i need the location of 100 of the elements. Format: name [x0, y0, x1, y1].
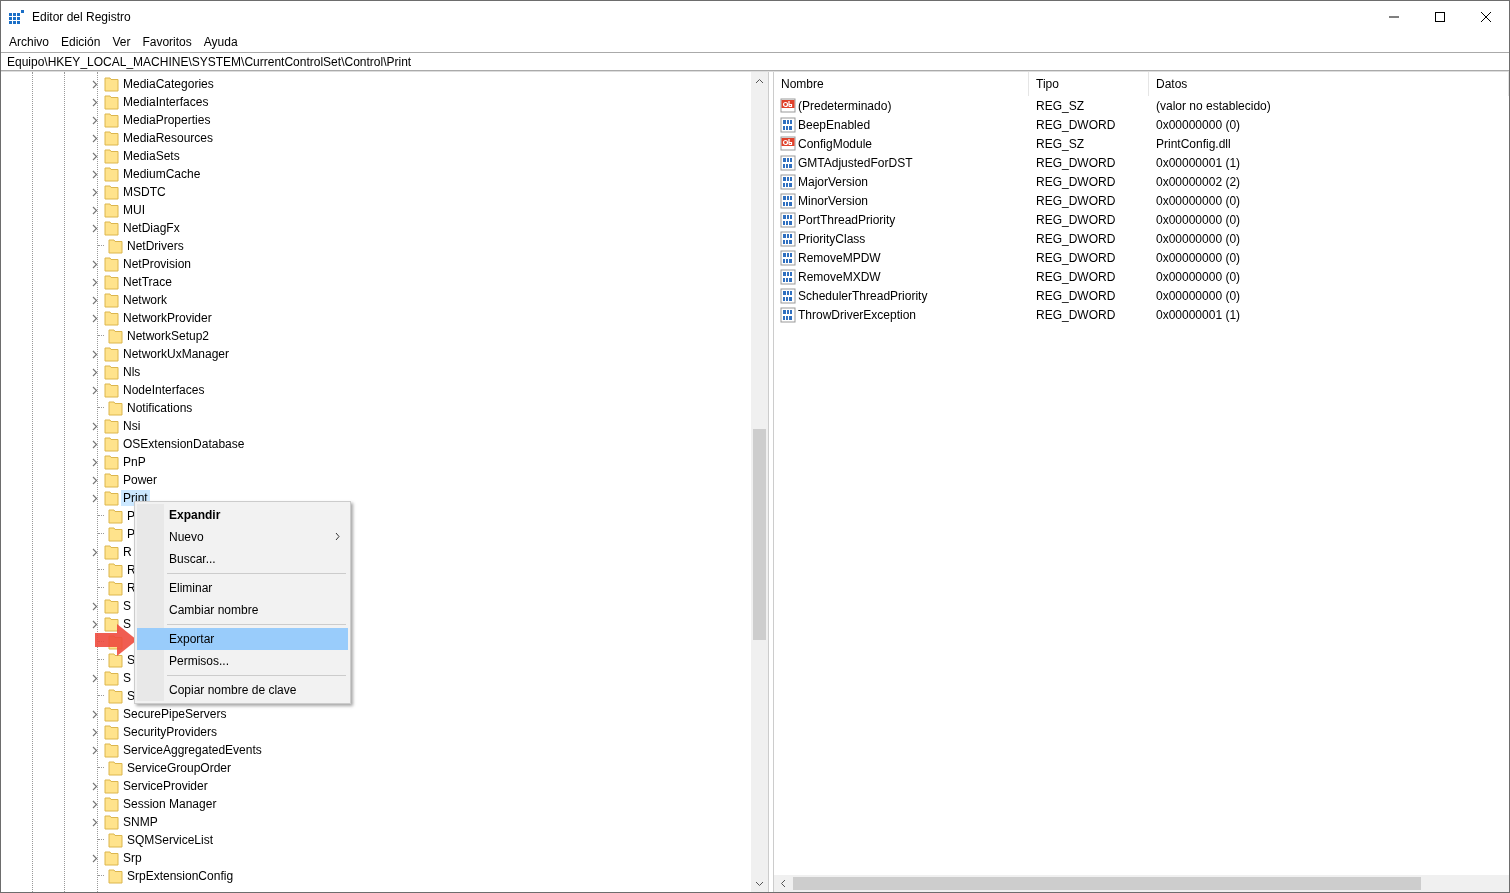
menu-item[interactable]: Ver [106, 32, 137, 51]
chevron-icon[interactable] [92, 277, 98, 287]
tree-item[interactable]: MediaSets [121, 148, 182, 164]
tree-item[interactable]: PnP [121, 454, 148, 470]
tree-item[interactable]: ServiceProvider [121, 778, 210, 794]
chevron-icon[interactable] [92, 619, 98, 629]
column-header[interactable]: Tipo [1029, 72, 1149, 96]
tree-item[interactable]: MediaResources [121, 130, 216, 146]
menu-item[interactable]: Edición [55, 32, 107, 51]
chevron-icon[interactable] [92, 187, 98, 197]
chevron-icon[interactable] [92, 817, 98, 827]
chevron-icon[interactable] [92, 475, 98, 485]
chevron-icon[interactable] [92, 313, 98, 323]
tree-item[interactable]: MUI [121, 202, 147, 218]
chevron-icon[interactable] [92, 457, 98, 467]
menu-item[interactable]: Nuevo [137, 526, 348, 548]
chevron-icon[interactable] [92, 439, 98, 449]
scrollbar-thumb[interactable] [753, 429, 766, 640]
chevron-icon[interactable] [92, 295, 98, 305]
chevron-icon[interactable] [92, 133, 98, 143]
menu-item[interactable]: Ayuda [197, 32, 244, 51]
tree-item[interactable]: R [121, 544, 134, 560]
tree-item[interactable]: S [121, 616, 133, 632]
menu-item[interactable]: Eliminar [137, 577, 348, 599]
maximize-icon[interactable] [1435, 11, 1445, 22]
tree-item[interactable]: NetDiagFx [121, 220, 182, 236]
tree-item[interactable]: S [125, 688, 137, 704]
chevron-icon[interactable] [92, 709, 98, 719]
tree-item[interactable]: Power [121, 472, 159, 488]
menu-item[interactable]: Favoritos [136, 32, 198, 51]
scrollbar-thumb[interactable] [793, 877, 1421, 890]
column-header[interactable]: Datos [1149, 72, 1509, 96]
tree-item[interactable]: MediaCategories [121, 76, 216, 92]
chevron-icon[interactable] [92, 745, 98, 755]
menu-item[interactable]: Exportar [137, 628, 348, 650]
chevron-icon[interactable] [92, 259, 98, 269]
chevron-icon[interactable] [92, 349, 98, 359]
menu-item[interactable]: Buscar... [137, 548, 348, 570]
tree-item[interactable]: Nls [121, 364, 143, 380]
chevron-icon[interactable] [92, 799, 98, 809]
chevron-icon[interactable] [92, 853, 98, 863]
tree-item[interactable]: SQMServiceList [125, 832, 216, 848]
tree-item[interactable]: P [125, 508, 137, 524]
tree-item[interactable]: S [121, 598, 133, 614]
table-cell-text: REG_DWORD [1035, 155, 1117, 170]
folder-icon [108, 580, 123, 596]
chevron-icon[interactable] [92, 223, 98, 233]
menu-item[interactable]: Permisos... [137, 650, 348, 672]
tree-item[interactable]: SNMP [121, 814, 160, 830]
tree-item[interactable]: Network [121, 292, 169, 308]
chevron-icon[interactable] [92, 727, 98, 737]
menu-item[interactable]: Copiar nombre de clave [137, 679, 348, 701]
tree-item[interactable]: OSExtensionDatabase [121, 436, 247, 452]
tree-item[interactable]: NodeInterfaces [121, 382, 207, 398]
scrollbar[interactable] [751, 72, 768, 892]
tree-item[interactable]: MediaProperties [121, 112, 213, 128]
chevron-icon[interactable] [92, 421, 98, 431]
tree-item[interactable]: NetDrivers [125, 238, 186, 254]
tree-item[interactable]: Srp [121, 850, 144, 866]
tree-item[interactable]: SrpExtensionConfig [125, 868, 236, 884]
chevron-icon[interactable] [92, 169, 98, 179]
tree-item[interactable]: Notifications [125, 400, 195, 416]
chevron-icon[interactable] [92, 385, 98, 395]
chevron-icon[interactable] [92, 97, 98, 107]
value-name: RemoveMXDW [798, 269, 881, 284]
close-icon[interactable] [1481, 11, 1491, 22]
tree-item[interactable]: ServiceAggregatedEvents [121, 742, 264, 758]
tree-item[interactable]: NetProvision [121, 256, 194, 272]
chevron-icon[interactable] [92, 547, 98, 557]
tree-item[interactable]: MediaInterfaces [121, 94, 211, 110]
tree-item[interactable]: NetworkSetup2 [125, 328, 212, 344]
tree-item[interactable]: MediumCache [121, 166, 203, 182]
chevron-icon[interactable] [92, 673, 98, 683]
tree-item[interactable]: Nsi [121, 418, 143, 434]
tree-item[interactable]: SecurePipeServers [121, 706, 229, 722]
column-header[interactable]: Nombre [774, 72, 1029, 96]
chevron-icon[interactable] [92, 151, 98, 161]
menu-item[interactable]: Archivo [3, 32, 55, 51]
scrollbar[interactable] [774, 875, 1509, 892]
tree-item[interactable]: NetworkProvider [121, 310, 214, 326]
folder-icon [104, 472, 119, 488]
chevron-icon[interactable] [92, 367, 98, 377]
address-field[interactable]: Equipo\HKEY_LOCAL_MACHINE\SYSTEM\CurrentControlSet\Control\Print [1, 52, 1509, 71]
tree-item[interactable]: MSDTC [121, 184, 168, 200]
chevron-icon[interactable] [92, 781, 98, 791]
chevron-icon[interactable] [92, 115, 98, 125]
chevron-icon[interactable] [92, 79, 98, 89]
tree-item[interactable]: S [121, 670, 133, 686]
chevron-icon[interactable] [92, 601, 98, 611]
chevron-icon[interactable] [92, 205, 98, 215]
tree-item[interactable]: S [125, 652, 137, 668]
tree-item[interactable]: NetTrace [121, 274, 174, 290]
tree-item[interactable]: Session Manager [121, 796, 219, 812]
tree-item[interactable]: NetworkUxManager [121, 346, 232, 362]
tree-item[interactable]: P [125, 526, 137, 542]
tree-item[interactable]: ServiceGroupOrder [125, 760, 234, 776]
menu-item[interactable]: Cambiar nombre [137, 599, 348, 621]
chevron-icon[interactable] [92, 493, 98, 503]
tree-item[interactable]: SecurityProviders [121, 724, 220, 740]
menu-item[interactable]: Expandir [137, 504, 348, 526]
